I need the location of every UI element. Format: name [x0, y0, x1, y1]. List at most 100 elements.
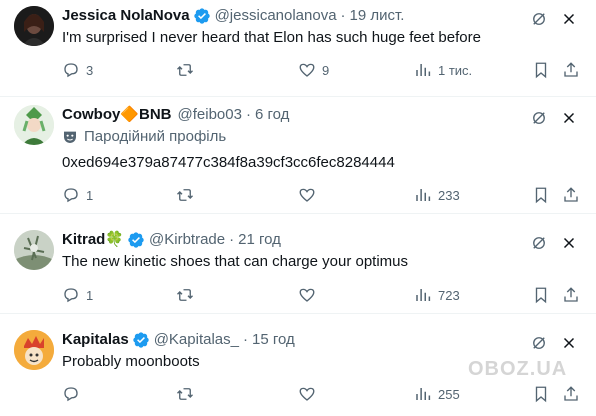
views-button[interactable]: 1 тис.	[414, 60, 472, 80]
tweet-actions: 3 9 1 тис.	[62, 60, 582, 80]
views-button[interactable]: 723	[414, 285, 460, 305]
view-count: 1 тис.	[438, 62, 473, 78]
reply-button[interactable]	[62, 384, 86, 404]
tweet-text: The new kinetic shoes that can charge yo…	[62, 253, 409, 270]
separator-dot: ·	[229, 231, 235, 248]
author-name[interactable]: Cowboy🔶BNB	[62, 105, 172, 125]
more-icon[interactable]	[560, 109, 578, 127]
reply-count: 1	[86, 287, 94, 303]
author-name[interactable]: Kapitalas	[62, 330, 129, 350]
tweet-text: 0xed694e379a87477c384f8a39cf3cc6fec82844…	[62, 154, 395, 171]
grok-icon[interactable]	[530, 234, 548, 252]
bookmark-button[interactable]	[532, 384, 550, 404]
tweet-header: Kitrad🍀 @Kirbtrade · 21 год	[62, 230, 536, 250]
avatar-kapitalas[interactable]	[14, 330, 54, 370]
like-icon	[299, 188, 315, 202]
share-button[interactable]	[562, 60, 580, 80]
reply-button[interactable]: 1	[62, 185, 93, 205]
share-button[interactable]	[562, 185, 580, 205]
view-count: 233	[438, 187, 460, 203]
tweet-text: I'm surprised I never heard that Elon ha…	[62, 29, 481, 46]
share-button[interactable]	[562, 384, 580, 404]
like-icon	[299, 288, 315, 302]
parody-mask-icon	[64, 131, 76, 143]
tweet-header: Kapitalas @Kapitalas_ · 15 год	[62, 330, 536, 350]
like-button[interactable]	[298, 185, 322, 205]
tweet-kitrad[interactable]: Kitrad🍀 @Kirbtrade · 21 год The new kine…	[0, 214, 596, 314]
bookmark-button[interactable]	[532, 185, 550, 205]
timestamp[interactable]: 21 год	[238, 230, 281, 250]
bookmark-icon	[535, 62, 547, 79]
reply-icon	[64, 288, 78, 303]
like-count: 9	[322, 62, 330, 78]
bookmark-icon	[535, 386, 547, 403]
reply-count: 1	[86, 187, 94, 203]
bookmark-icon	[535, 187, 547, 204]
tweet-actions: 255	[62, 384, 582, 404]
share-icon	[564, 386, 578, 401]
more-icon[interactable]	[560, 10, 578, 28]
views-icon	[416, 64, 431, 76]
parody-label-text: Пародійний профіль	[84, 128, 227, 145]
like-icon	[299, 63, 315, 77]
reply-count: 3	[86, 62, 94, 78]
repost-icon	[177, 289, 193, 301]
author-name[interactable]: Jessica NolaNova	[62, 6, 190, 26]
separator-dot: ·	[340, 7, 346, 24]
repost-icon	[177, 64, 193, 76]
repost-icon	[177, 388, 193, 400]
more-icon[interactable]	[560, 234, 578, 252]
avatar-cowboy[interactable]	[14, 105, 54, 145]
share-button[interactable]	[562, 285, 580, 305]
views-button[interactable]: 233	[414, 185, 460, 205]
separator-dot: ·	[242, 331, 248, 348]
tweet-feed: Jessica NolaNova @jessicanolanova · 19 л…	[0, 0, 596, 416]
reply-icon	[64, 63, 78, 78]
repost-button[interactable]	[176, 285, 200, 305]
verified-badge-icon	[133, 332, 149, 348]
share-icon	[564, 62, 578, 77]
author-handle[interactable]: @jessicanolanova	[215, 6, 337, 26]
view-count: 255	[438, 386, 460, 402]
author-handle[interactable]: @feibo03	[178, 105, 242, 125]
share-icon	[564, 187, 578, 202]
repost-button[interactable]	[176, 185, 200, 205]
views-icon	[416, 388, 431, 400]
views-icon	[416, 289, 431, 301]
separator-dot: ·	[245, 106, 251, 123]
tweet-actions: 1 233	[62, 185, 582, 205]
views-button[interactable]: 255	[414, 384, 460, 404]
author-handle[interactable]: @Kirbtrade	[149, 230, 225, 250]
author-name[interactable]: Kitrad🍀	[62, 230, 124, 250]
like-button[interactable]	[298, 384, 322, 404]
author-handle[interactable]: @Kapitalas_	[154, 330, 239, 350]
timestamp[interactable]: 15 год	[252, 330, 295, 350]
verified-badge-icon	[193, 8, 210, 24]
reply-button[interactable]: 3	[62, 60, 93, 80]
avatar-jessica[interactable]	[14, 6, 54, 46]
timestamp[interactable]: 19 лист.	[350, 6, 405, 26]
like-button[interactable]: 9	[298, 60, 329, 80]
repost-button[interactable]	[176, 60, 200, 80]
reply-icon	[64, 387, 78, 402]
avatar-kitrad[interactable]	[14, 230, 54, 270]
like-button[interactable]	[298, 285, 322, 305]
tweet-header: Cowboy🔶BNB @feibo03 · 6 год	[62, 105, 536, 125]
tweet-jessica[interactable]: Jessica NolaNova @jessicanolanova · 19 л…	[0, 0, 596, 97]
grok-icon[interactable]	[530, 10, 548, 28]
like-icon	[299, 387, 315, 401]
verified-badge-icon	[128, 232, 144, 248]
tweet-header: Jessica NolaNova @jessicanolanova · 19 л…	[62, 6, 536, 26]
bookmark-button[interactable]	[532, 60, 550, 80]
bookmark-button[interactable]	[532, 285, 550, 305]
grok-icon[interactable]	[530, 334, 548, 352]
timestamp[interactable]: 6 год	[255, 105, 289, 125]
view-count: 723	[438, 287, 460, 303]
more-icon[interactable]	[560, 334, 578, 352]
grok-icon[interactable]	[530, 109, 548, 127]
tweet-cowboy[interactable]: Cowboy🔶BNB @feibo03 · 6 год Пародійний п…	[0, 97, 596, 214]
reply-button[interactable]: 1	[62, 285, 93, 305]
bookmark-icon	[535, 287, 547, 304]
watermark-text: OBOZ.UA	[468, 358, 568, 380]
repost-button[interactable]	[176, 384, 200, 404]
